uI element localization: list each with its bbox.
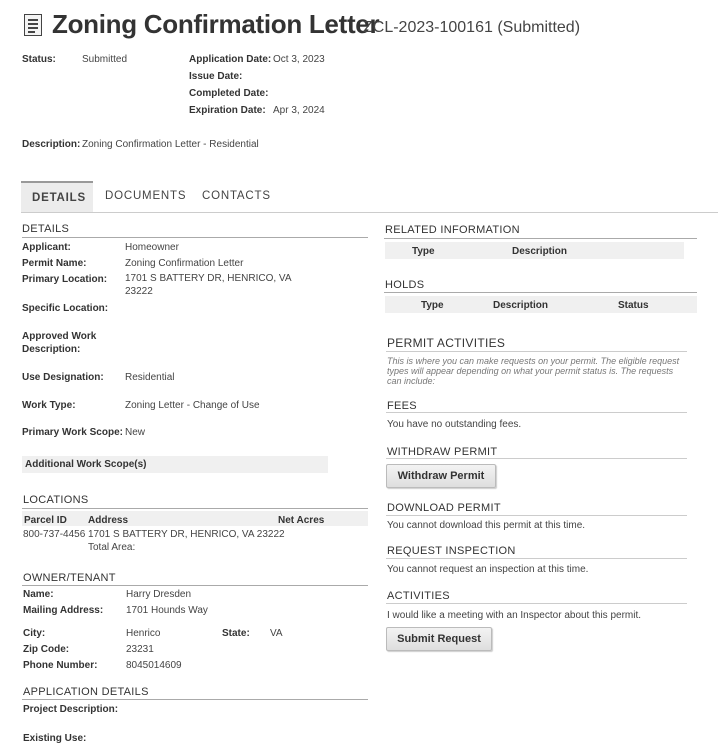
record-id: ZCL-2023-100161 (Submitted) (363, 19, 580, 37)
details-rule (22, 237, 368, 238)
inspection-text: You cannot request an inspection at this… (387, 564, 589, 575)
permit-activities-note: This is where you can make requests on y… (387, 356, 680, 386)
related-col-description: Description (512, 246, 568, 257)
primary-work-scope-label: Primary Work Scope: (22, 427, 123, 438)
permit-activities-rule (386, 351, 687, 352)
holds-col-status: Status (618, 300, 649, 311)
zip-code-value: 23231 (126, 644, 154, 655)
phone-number-value: 8045014609 (126, 660, 182, 671)
permit-name-value: Zoning Confirmation Letter (125, 258, 244, 269)
col-net-acres: Net Acres (278, 515, 325, 526)
city-value: Henrico (126, 628, 161, 639)
fees-text: You have no outstanding fees. (387, 419, 522, 430)
fees-rule (386, 412, 687, 413)
application-date-value: Oct 3, 2023 (273, 54, 325, 65)
owner-heading: OWNER/TENANT (23, 572, 116, 584)
status-value: Submitted (82, 54, 128, 65)
fees-heading: FEES (387, 400, 417, 412)
holds-col-description: Description (493, 300, 549, 311)
city-label: City: (23, 628, 46, 639)
application-date-label: Application Date: (189, 54, 272, 65)
use-designation-label: Use Designation: (22, 372, 104, 383)
owner-name-label: Name: (23, 589, 54, 600)
record-number: ZCL-2023-100161 (363, 19, 493, 36)
download-heading: DOWNLOAD PERMIT (387, 502, 501, 514)
phone-number-label: Phone Number: (23, 660, 98, 671)
activities-heading: ACTIVITIES (387, 590, 450, 602)
holds-heading: HOLDS (385, 279, 425, 291)
primary-location-line1: 1701 S BATTERY DR, HENRICO, VA (125, 273, 292, 284)
related-heading: RELATED INFORMATION (385, 224, 520, 236)
project-description-label: Project Description: (23, 704, 119, 715)
state-value: VA (270, 628, 283, 639)
primary-location-label: Primary Location: (22, 274, 108, 285)
document-icon (24, 14, 42, 36)
holds-rule (384, 292, 697, 293)
tab-documents[interactable]: DOCUMENTS (105, 190, 186, 202)
inspection-rule (386, 558, 687, 559)
approved-work-label-2: Description: (22, 344, 81, 355)
mailing-address-label: Mailing Address: (23, 605, 104, 616)
activities-text: I would like a meeting with an Inspector… (387, 610, 642, 621)
download-text: You cannot download this permit at this … (387, 520, 586, 531)
applicant-value: Homeowner (125, 242, 179, 253)
application-details-rule (22, 699, 368, 700)
tab-details[interactable]: DETAILS (21, 181, 93, 212)
download-rule (386, 515, 687, 516)
holds-col-type: Type (421, 300, 444, 311)
approved-work-label: Approved Work (22, 331, 97, 342)
primary-work-scope-value: New (125, 427, 146, 438)
tab-details-label: DETAILS (32, 192, 86, 204)
application-details-heading: APPLICATION DETAILS (23, 686, 149, 698)
withdraw-rule (386, 458, 687, 459)
tab-contacts-label: CONTACTS (202, 190, 271, 202)
address-value: 1701 S BATTERY DR, HENRICO, VA 23222 (88, 529, 285, 540)
permit-name-label: Permit Name: (22, 258, 87, 269)
details-heading: DETAILS (22, 223, 70, 235)
owner-name-value: Harry Dresden (126, 589, 192, 600)
expiration-date-value: Apr 3, 2024 (273, 105, 325, 116)
col-parcel-id: Parcel ID (24, 515, 67, 526)
tab-documents-label: DOCUMENTS (105, 190, 187, 202)
specific-location-label: Specific Location: (22, 303, 109, 314)
issue-date-label: Issue Date: (189, 71, 243, 82)
inspection-heading: REQUEST INSPECTION (387, 545, 516, 557)
applicant-label: Applicant: (22, 242, 71, 253)
tab-contacts[interactable]: CONTACTS (202, 190, 271, 202)
withdraw-permit-button[interactable]: Withdraw Permit (386, 464, 496, 488)
existing-use-label: Existing Use: (23, 733, 87, 744)
additional-work-scope-label: Additional Work Scope(s) (25, 459, 147, 470)
additional-work-scope-bar: Additional Work Scope(s) (22, 456, 328, 473)
activities-rule (386, 603, 687, 604)
withdraw-heading: WITHDRAW PERMIT (387, 446, 498, 458)
submit-request-button[interactable]: Submit Request (386, 627, 492, 651)
use-designation-value: Residential (125, 372, 175, 383)
description-value: Zoning Confirmation Letter - Residential (82, 139, 259, 150)
locations-rule (22, 508, 368, 509)
locations-heading: LOCATIONS (23, 494, 89, 506)
permit-activities-heading: PERMIT ACTIVITIES (387, 336, 506, 350)
state-label: State: (222, 628, 250, 639)
page-title: Zoning Confirmation Letter (52, 9, 380, 39)
expiration-date-label: Expiration Date: (189, 105, 266, 116)
parcel-id-value: 800-737-4456 (23, 529, 86, 540)
col-address: Address (88, 515, 129, 526)
primary-location-line2: 23222 (125, 286, 153, 297)
related-col-type: Type (412, 246, 435, 257)
zip-code-label: Zip Code: (23, 644, 70, 655)
work-type-value: Zoning Letter - Change of Use (125, 400, 260, 411)
status-label: Status: (22, 54, 56, 65)
description-label: Description: (22, 139, 81, 150)
owner-rule (22, 585, 368, 586)
mailing-address-value: 1701 Hounds Way (126, 605, 208, 616)
tab-divider (21, 212, 718, 213)
completed-date-label: Completed Date: (189, 88, 269, 99)
work-type-label: Work Type: (22, 400, 76, 411)
record-status: (Submitted) (497, 19, 581, 36)
related-rule (384, 238, 697, 239)
total-area-label: Total Area: (88, 542, 136, 553)
